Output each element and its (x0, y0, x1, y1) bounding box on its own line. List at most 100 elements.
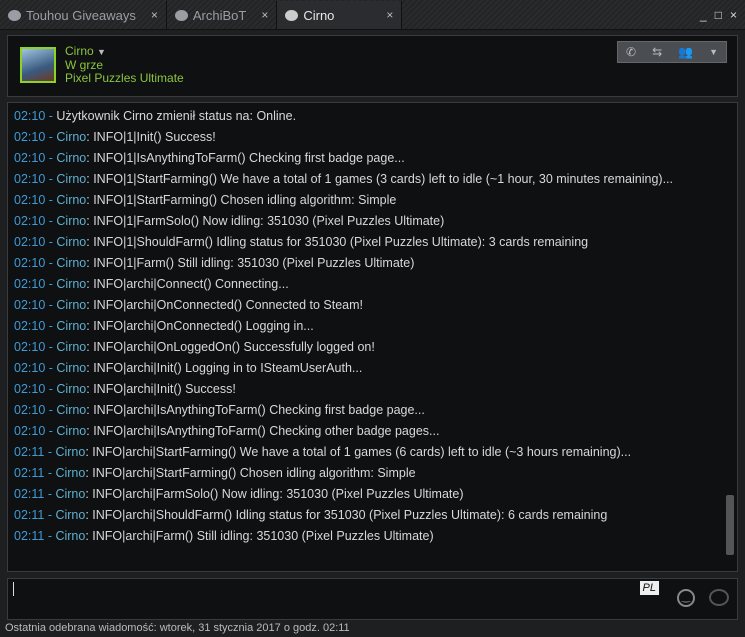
message-input[interactable]: PL ‿ (7, 578, 738, 620)
message-sender[interactable]: Cirno (56, 256, 86, 270)
message-sender[interactable]: Cirno (55, 466, 85, 480)
more-dropdown-icon[interactable]: ▼ (709, 47, 718, 57)
tab-archibot[interactable]: ArchiBoT × (167, 1, 278, 29)
message-text: : INFO|1|StartFarming() We have a total … (86, 172, 673, 186)
message-line: 02:11 - Cirno: INFO|archi|ShouldFarm() I… (14, 505, 731, 526)
message-separator: - (45, 151, 57, 165)
message-time: 02:10 (14, 109, 46, 123)
message-separator: - (45, 172, 57, 186)
message-text: : INFO|archi|StartFarming() We have a to… (85, 445, 632, 459)
message-time: 02:10 (14, 424, 46, 438)
message-sender[interactable]: Cirno (56, 361, 86, 375)
message-text: : INFO|1|FarmSolo() Now idling: 351030 (… (86, 214, 445, 228)
message-line: 02:10 - Cirno: INFO|archi|Init() Logging… (14, 358, 731, 379)
message-separator: - (45, 340, 57, 354)
message-sender[interactable]: Cirno (56, 172, 86, 186)
tab-label: ArchiBoT (192, 7, 247, 23)
message-line: 02:10 - Cirno: INFO|archi|OnConnected() … (14, 295, 731, 316)
tab-cirno[interactable]: Cirno × (277, 1, 403, 29)
message-separator: - (44, 445, 56, 459)
message-sender[interactable]: Cirno (56, 382, 86, 396)
tab-touhou-giveaways[interactable]: Touhou Giveaways × (0, 1, 167, 29)
message-text: : INFO|archi|Init() Success! (86, 382, 236, 396)
message-text: : INFO|archi|ShouldFarm() Idling status … (85, 508, 608, 522)
message-sender[interactable]: Cirno (56, 340, 86, 354)
message-text: : INFO|1|StartFarming() Chosen idling al… (86, 193, 397, 207)
friend-game: Pixel Puzzles Ultimate (65, 71, 184, 85)
message-time: 02:10 (14, 403, 46, 417)
scrollbar-thumb[interactable] (726, 495, 734, 555)
close-tab-button[interactable]: × (141, 8, 158, 22)
message-text: : INFO|archi|IsAnythingToFarm() Checking… (86, 403, 425, 417)
message-text: : INFO|archi|FarmSolo() Now idling: 3510… (85, 487, 464, 501)
message-sender[interactable]: Cirno (56, 235, 86, 249)
trade-icon[interactable]: ⇆ (652, 45, 662, 59)
close-tab-button[interactable]: × (251, 8, 268, 22)
tab-label: Cirno (303, 7, 335, 23)
invite-group-icon[interactable]: 👥 (678, 45, 693, 59)
message-time: 02:11 (14, 529, 45, 543)
message-text: : INFO|1|Init() Success! (86, 130, 216, 144)
message-time: 02:11 (14, 466, 45, 480)
chat-icon (174, 9, 188, 21)
message-sender[interactable]: Cirno (56, 193, 86, 207)
message-separator: - (44, 466, 56, 480)
message-sender[interactable]: Cirno (55, 508, 85, 522)
message-text: : INFO|archi|IsAnythingToFarm() Checking… (86, 424, 440, 438)
chat-icon (285, 9, 299, 21)
message-sender[interactable]: Cirno (56, 130, 86, 144)
message-sender[interactable]: Cirno (56, 151, 86, 165)
message-sender[interactable]: Cirno (55, 487, 85, 501)
friend-name[interactable]: Cirno (65, 44, 94, 58)
message-line: 02:10 - Cirno: INFO|1|StartFarming() We … (14, 169, 731, 190)
minimize-button[interactable]: _ (700, 8, 707, 22)
message-sender[interactable]: Cirno (56, 319, 86, 333)
message-time: 02:10 (14, 235, 46, 249)
message-text: : INFO|1|ShouldFarm() Idling status for … (86, 235, 589, 249)
message-text: : INFO|archi|OnLoggedOn() Successfully l… (86, 340, 375, 354)
message-line: 02:10 - Cirno: INFO|archi|IsAnythingToFa… (14, 421, 731, 442)
message-line: 02:11 - Cirno: INFO|archi|FarmSolo() Now… (14, 484, 731, 505)
message-text: Użytkownik Cirno zmienił status na: Onli… (56, 109, 297, 123)
message-separator: - (45, 256, 57, 270)
message-sender[interactable]: Cirno (56, 277, 86, 291)
emoticon-icon[interactable]: ‿ (677, 589, 695, 607)
message-sender[interactable]: Cirno (56, 298, 86, 312)
dropdown-icon[interactable]: ▼ (97, 47, 106, 57)
message-time: 02:11 (14, 508, 45, 522)
message-text: : INFO|archi|Init() Logging in to ISteam… (86, 361, 363, 375)
message-sender[interactable]: Cirno (56, 214, 86, 228)
message-sender[interactable]: Cirno (56, 424, 86, 438)
scrollbar[interactable] (726, 105, 735, 569)
message-separator: - (45, 319, 57, 333)
voice-call-icon[interactable]: ✆ (626, 45, 636, 59)
send-message-icon[interactable] (709, 589, 729, 606)
message-time: 02:10 (14, 277, 46, 291)
message-text: : INFO|archi|OnConnected() Connected to … (86, 298, 364, 312)
message-line: 02:10 - Cirno: INFO|1|IsAnythingToFarm()… (14, 148, 731, 169)
friend-header: Cirno ▼ W grze Pixel Puzzles Ultimate ✆ … (7, 35, 738, 97)
message-time: 02:11 (14, 487, 45, 501)
close-tab-button[interactable]: × (376, 8, 393, 22)
message-line: 02:11 - Cirno: INFO|archi|Farm() Still i… (14, 526, 731, 547)
close-window-button[interactable]: × (730, 8, 737, 22)
message-separator: - (45, 361, 57, 375)
message-sender[interactable]: Cirno (55, 529, 85, 543)
tab-label: Touhou Giveaways (26, 7, 136, 23)
message-separator: - (44, 508, 56, 522)
avatar[interactable] (20, 47, 56, 83)
message-time: 02:10 (14, 214, 46, 228)
message-time: 02:11 (14, 445, 45, 459)
message-sender[interactable]: Cirno (56, 403, 86, 417)
message-separator: - (45, 109, 57, 123)
message-sender[interactable]: Cirno (55, 445, 85, 459)
message-separator: - (45, 235, 57, 249)
message-line: 02:10 - Użytkownik Cirno zmienił status … (14, 106, 731, 127)
action-buttons: ✆ ⇆ 👥 ▼ (617, 41, 727, 63)
message-line: 02:10 - Cirno: INFO|1|FarmSolo() Now idl… (14, 211, 731, 232)
maximize-button[interactable]: □ (715, 8, 722, 22)
message-text: : INFO|archi|Farm() Still idling: 351030… (85, 529, 434, 543)
message-separator: - (45, 214, 57, 228)
message-time: 02:10 (14, 130, 46, 144)
group-chat-icon (8, 9, 21, 21)
